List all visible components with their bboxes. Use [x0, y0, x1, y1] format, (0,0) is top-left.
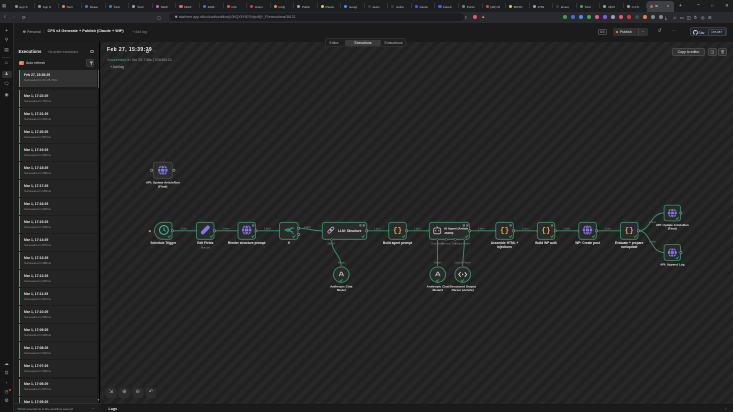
svg-text:API: Append Log: API: Append Log: [660, 262, 684, 266]
svg-text:{}: {}: [624, 228, 633, 236]
svg-text:1 item: 1 item: [180, 227, 187, 230]
svg-text:Build agent prompt: Build agent prompt: [382, 241, 412, 245]
svg-text:Build WP auth: Build WP auth: [535, 241, 557, 245]
svg-text:Output Parser: Output Parser: [454, 260, 470, 264]
svg-text:Parser (Article): Parser (Article): [451, 288, 473, 292]
svg-text:Model*: Model*: [327, 242, 335, 245]
svg-text:WP: Create post: WP: Create post: [575, 241, 601, 245]
svg-text:1 item: 1 item: [604, 227, 611, 230]
svg-text:1 item: 1 item: [222, 227, 229, 230]
svg-text:1 item: 1 item: [521, 227, 528, 230]
svg-text:(Final): (Final): [667, 227, 676, 231]
svg-text:{}: {}: [499, 228, 508, 236]
svg-text:1 item: 1 item: [263, 227, 270, 230]
svg-text:Manual: Manual: [201, 246, 210, 250]
svg-text:1 item: 1 item: [373, 227, 380, 230]
svg-text:Output Parser: Output Parser: [455, 242, 470, 245]
svg-text:Model: Model: [336, 288, 345, 292]
svg-text:JSON): JSON): [444, 231, 453, 235]
svg-text:Model: Model: [434, 260, 441, 264]
svg-text:LLM: Structure: LLM: Structure: [338, 229, 362, 233]
svg-text:1 item: 1 item: [477, 227, 484, 230]
svg-text:1 item: 1 item: [563, 227, 570, 230]
svg-text:injections: injections: [497, 245, 512, 249]
svg-text:{}: {}: [392, 228, 401, 236]
svg-text:{}: {}: [541, 228, 550, 236]
svg-text:Model1: Model1: [432, 288, 443, 292]
svg-text:Memory: Memory: [442, 242, 451, 245]
svg-text:If: If: [287, 241, 290, 245]
svg-text:1 item: 1 item: [649, 241, 656, 244]
svg-text:Render structure prompt: Render structure prompt: [227, 241, 265, 245]
svg-text:(Final): (Final): [158, 184, 167, 188]
svg-text:1 item: 1 item: [303, 226, 310, 229]
svg-text:1 item: 1 item: [413, 227, 420, 230]
svg-text:Edit Fields: Edit Fields: [197, 241, 213, 245]
svg-text:Model: Model: [337, 260, 344, 264]
svg-text:run/update: run/update: [620, 245, 637, 249]
svg-text:Schedule Trigger: Schedule Trigger: [150, 241, 177, 245]
